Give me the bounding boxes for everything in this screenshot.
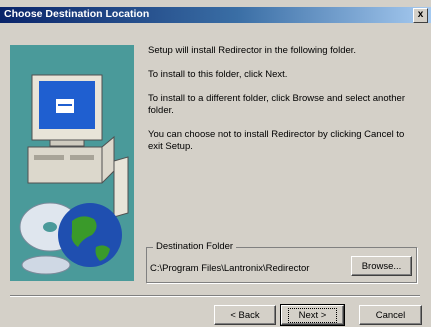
title-bar: Choose Destination Location x <box>0 7 431 23</box>
separator-line <box>10 295 420 297</box>
setup-artwork-panel <box>10 45 134 281</box>
click-next-text: To install to this folder, click Next. <box>148 69 288 80</box>
browse-instruction-text: To install to a different folder, click … <box>148 93 405 116</box>
destination-path: C:\Program Files\Lantronix\Redirector <box>150 263 310 274</box>
window-title: Choose Destination Location <box>4 8 150 20</box>
close-button[interactable]: x <box>413 8 428 23</box>
next-button[interactable]: Next > <box>280 304 345 326</box>
back-button[interactable]: < Back <box>214 305 276 325</box>
next-button-label: Next > <box>287 308 338 323</box>
destination-folder-label: Destination Folder <box>153 241 237 252</box>
browse-button[interactable]: Browse... <box>351 256 412 276</box>
cd-globe-icon <box>19 202 122 275</box>
cancel-button[interactable]: Cancel <box>359 305 422 325</box>
cancel-instruction-text: You can choose not to install Redirector… <box>148 129 405 152</box>
install-folder-text: Setup will install Redirector in the fol… <box>148 45 357 56</box>
computer-icon <box>27 74 129 218</box>
